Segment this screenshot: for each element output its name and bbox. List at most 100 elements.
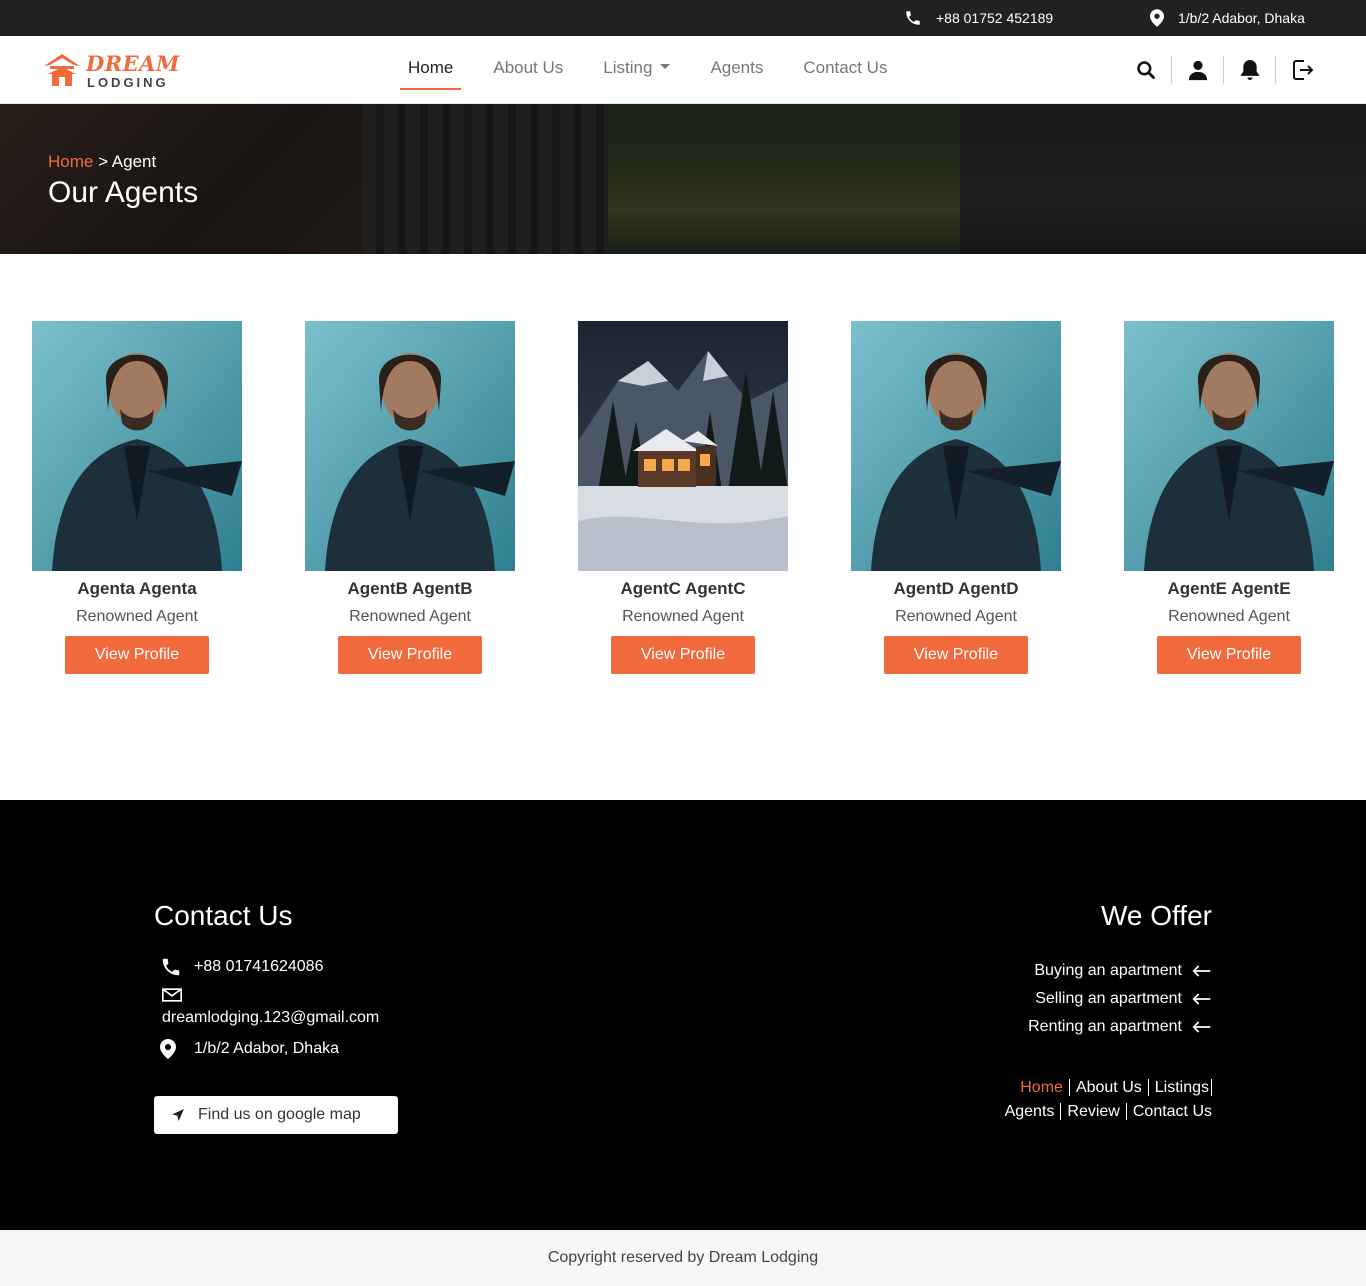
nav-item-contact[interactable]: Contact Us	[795, 36, 895, 104]
footer-phone-text: +88 01741624086	[194, 958, 324, 975]
offer-item[interactable]: Buying an apartment	[1028, 962, 1212, 980]
nav-item-label: Contact Us	[803, 58, 888, 77]
google-map-button-label: Find us on google map	[198, 1106, 361, 1123]
brand-name-bottom: LODGING	[87, 75, 169, 90]
google-map-button[interactable]: Find us on google map	[154, 1096, 398, 1134]
agent-photo	[32, 321, 242, 571]
footer-address-text: 1/b/2 Adabor, Dhaka	[194, 1040, 339, 1057]
nav-item-agents[interactable]: Agents	[702, 36, 771, 104]
agent-name: AgentC AgentC	[620, 579, 746, 598]
user-icon	[1188, 60, 1207, 81]
location-pin-icon	[1150, 9, 1164, 27]
topbar-phone: +88 01752 452189	[904, 0, 1053, 36]
offer-item-label: Buying an apartment	[1034, 962, 1182, 979]
main-navbar: DREAM LODGING Home About Us Listing Agen…	[0, 36, 1366, 104]
agent-name: AgentB AgentB	[347, 579, 473, 598]
caret-down-icon	[660, 64, 671, 70]
brand-logo[interactable]: DREAM LODGING	[42, 50, 179, 92]
offer-item[interactable]: Selling an apartment	[1028, 990, 1212, 1008]
footer-link-about[interactable]: About Us	[1069, 1079, 1149, 1096]
agent-name: AgentE AgentE	[1167, 579, 1291, 598]
offer-item-label: Renting an apartment	[1028, 1018, 1182, 1035]
view-profile-button[interactable]: View Profile	[1157, 636, 1301, 674]
footer-phone: +88 01741624086	[154, 956, 379, 978]
search-button[interactable]	[1120, 56, 1172, 84]
nav-item-listing-dropdown[interactable]: Listing	[595, 36, 678, 104]
top-contact-bar: +88 01752 452189 1/b/2 Adabor, Dhaka	[0, 0, 1366, 36]
search-icon	[1136, 61, 1155, 79]
agent-photo	[305, 321, 515, 571]
agent-card: Agenta Agenta Renowned Agent View Profil…	[32, 321, 242, 674]
footer-offers: We Offer Buying an apartment Selling an …	[1028, 900, 1212, 1036]
navigation-arrow-icon	[172, 1109, 184, 1121]
nav-menu: Home About Us Listing Agents Contact Us	[400, 36, 919, 104]
breadcrumb-current: Agent	[111, 152, 157, 171]
copyright-text: Copyright reserved by Dream Lodging	[547, 1249, 819, 1266]
topbar-phone-text: +88 01752 452189	[936, 10, 1054, 26]
view-profile-button[interactable]: View Profile	[338, 636, 482, 674]
agent-role: Renowned Agent	[622, 608, 744, 625]
view-profile-button[interactable]: View Profile	[884, 636, 1028, 674]
agent-card: AgentC AgentC Renowned Agent View Profil…	[578, 321, 788, 674]
site-footer: Contact Us +88 01741624086 dreamlodging.…	[0, 800, 1366, 1230]
brand-name-top: DREAM	[86, 51, 180, 76]
phone-icon	[162, 958, 180, 976]
agent-role: Renowned Agent	[1168, 608, 1290, 625]
footer-link-review[interactable]: Review	[1061, 1103, 1127, 1120]
copyright-bar: Copyright reserved by Dream Lodging	[0, 1230, 1366, 1286]
user-button[interactable]	[1172, 56, 1224, 84]
nav-item-about[interactable]: About Us	[485, 36, 571, 104]
phone-icon	[906, 11, 920, 25]
nav-item-label: Listing	[603, 58, 653, 77]
breadcrumb-home-link[interactable]: Home	[48, 152, 93, 171]
footer-link-home[interactable]: Home	[1014, 1079, 1070, 1096]
arrow-left-icon	[1192, 1021, 1211, 1033]
footer-link-agents[interactable]: Agents	[998, 1103, 1062, 1120]
nav-item-label: Home	[408, 58, 454, 77]
nav-item-label: Agents	[710, 58, 764, 77]
agent-role: Renowned Agent	[76, 608, 198, 625]
agent-photo	[851, 321, 1061, 571]
breadcrumb-separator: >	[93, 152, 112, 171]
agent-role: Renowned Agent	[349, 608, 471, 625]
bell-icon	[1240, 60, 1259, 80]
footer-address: 1/b/2 Adabor, Dhaka	[154, 1039, 379, 1059]
banner-overlay	[0, 104, 1366, 254]
agent-card: AgentD AgentD Renowned Agent View Profil…	[851, 321, 1061, 674]
logout-button[interactable]	[1276, 56, 1328, 84]
page-banner: Home > Agent Our Agents	[0, 104, 1366, 254]
page-title: Our Agents	[48, 176, 199, 209]
footer-email-text[interactable]: dreamlodging.123@gmail.com	[162, 1009, 379, 1027]
agent-role: Renowned Agent	[895, 608, 1017, 625]
nav-item-label: About Us	[493, 58, 564, 77]
view-profile-button[interactable]: View Profile	[65, 636, 209, 674]
footer-link-contact[interactable]: Contact Us	[1127, 1103, 1212, 1120]
arrow-left-icon	[1192, 965, 1211, 977]
agent-card: AgentE AgentE Renowned Agent View Profil…	[1124, 321, 1334, 674]
offer-item[interactable]: Renting an apartment	[1028, 1018, 1212, 1036]
agent-name: AgentD AgentD	[893, 579, 1019, 598]
logout-icon	[1293, 60, 1314, 80]
topbar-address: 1/b/2 Adabor, Dhaka	[1150, 0, 1305, 36]
agent-photo	[578, 321, 788, 571]
footer-offer-title: We Offer	[1100, 900, 1212, 931]
mail-icon	[162, 988, 182, 1002]
agents-grid: Agenta Agenta Renowned Agent View Profil…	[0, 321, 1366, 691]
nav-icon-group	[1120, 36, 1328, 104]
footer-contact: Contact Us +88 01741624086 dreamlodging.…	[154, 900, 379, 1059]
location-pin-icon	[160, 1039, 176, 1059]
pagoda-logo-icon	[44, 54, 80, 86]
view-profile-button[interactable]: View Profile	[611, 636, 755, 674]
topbar-address-text: 1/b/2 Adabor, Dhaka	[1178, 10, 1305, 26]
breadcrumb: Home > Agent	[48, 152, 156, 172]
notifications-button[interactable]	[1224, 56, 1276, 84]
nav-item-home[interactable]: Home	[400, 36, 462, 104]
agent-card: AgentB AgentB Renowned Agent View Profil…	[305, 321, 515, 674]
arrow-left-icon	[1192, 993, 1211, 1005]
agent-name: Agenta Agenta	[77, 579, 197, 598]
footer-link-listings[interactable]: Listings	[1148, 1079, 1212, 1096]
footer-contact-title: Contact Us	[154, 900, 293, 931]
footer-links: Home About Us Listings Agents Review Contact…	[952, 1076, 1212, 1124]
agent-photo	[1124, 321, 1334, 571]
offer-item-label: Selling an apartment	[1035, 990, 1182, 1007]
